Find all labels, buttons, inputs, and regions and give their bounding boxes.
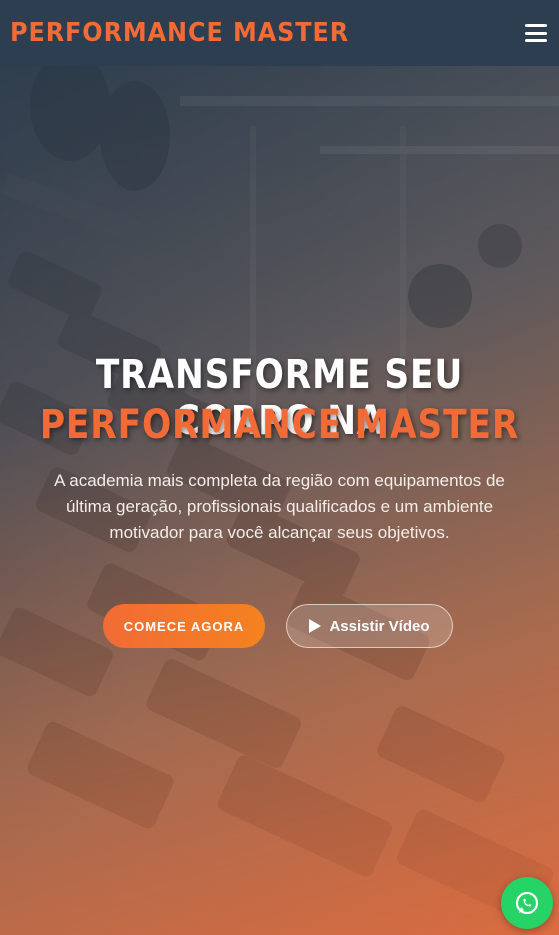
menu-bar	[525, 31, 547, 35]
menu-bar	[525, 24, 547, 27]
start-now-label: COMECE AGORA	[123, 618, 245, 634]
whatsapp-glyph	[515, 891, 539, 915]
site-header: PERFORMANCE MASTER	[0, 0, 559, 66]
hero-content: TRANSFORME SEU CORPO NA PERFORMANCE MAST…	[0, 66, 559, 935]
watch-video-button[interactable]: Assistir Vídeo	[286, 604, 453, 648]
whatsapp-icon[interactable]	[501, 877, 553, 929]
start-now-button[interactable]: COMECE AGORA	[103, 604, 265, 648]
hero-subtitle: A academia mais completa da região com e…	[54, 471, 505, 542]
play-icon	[309, 619, 322, 633]
menu-bar	[525, 39, 547, 42]
watch-video-label: Assistir Vídeo	[329, 617, 430, 635]
site-logo[interactable]: PERFORMANCE MASTER	[10, 18, 349, 48]
hamburger-menu-icon[interactable]	[525, 24, 547, 42]
hero-title-highlight: PERFORMANCE MASTER	[39, 402, 520, 448]
hero-section: TRANSFORME SEU CORPO NA PERFORMANCE MAST…	[0, 66, 559, 935]
